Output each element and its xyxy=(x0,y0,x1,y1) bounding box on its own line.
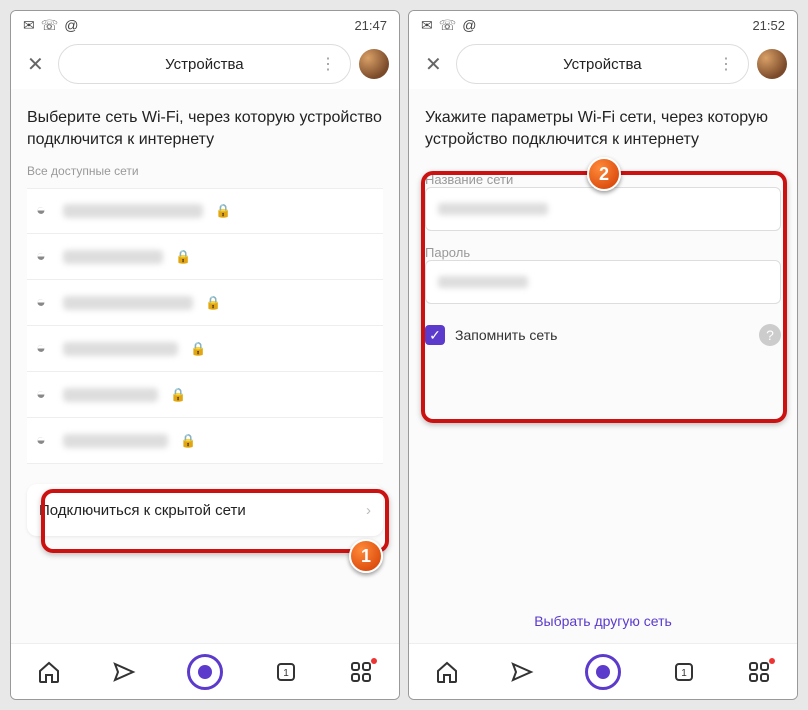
wifi-name-blurred xyxy=(63,342,178,356)
mail-icon: ✉ xyxy=(23,17,35,34)
wifi-icon: ◒ xyxy=(31,386,51,404)
svg-text:1: 1 xyxy=(681,668,687,679)
chevron-right-icon: › xyxy=(366,502,371,519)
screenshot-pair: ✉ ☏ @ 21:47 ✕ Устройства ⋮ Выберите сеть… xyxy=(10,10,798,700)
bottom-nav: 1 xyxy=(11,643,399,699)
close-icon[interactable]: ✕ xyxy=(419,48,448,81)
nav-send-icon[interactable] xyxy=(510,660,534,684)
wifi-row[interactable]: ◒ 🔒 xyxy=(27,418,383,464)
wifi-icon: ◒ xyxy=(31,294,51,312)
phone-left: ✉ ☏ @ 21:47 ✕ Устройства ⋮ Выберите сеть… xyxy=(10,10,400,700)
password-input[interactable] xyxy=(425,260,781,304)
nav-alice-icon[interactable] xyxy=(585,654,621,690)
status-icons-left-group: ✉ ☏ @ xyxy=(421,17,476,34)
wifi-name-blurred xyxy=(63,434,168,448)
status-bar: ✉ ☏ @ 21:47 xyxy=(11,11,399,39)
wifi-row[interactable]: ◒ 🔒 xyxy=(27,372,383,418)
password-label: Пароль xyxy=(425,245,781,260)
at-icon: @ xyxy=(462,17,476,34)
wifi-row[interactable]: ◒ 🔒 xyxy=(27,234,383,280)
ssid-input[interactable] xyxy=(425,187,781,231)
wifi-icon: ◒ xyxy=(31,202,51,220)
page-title: Устройства xyxy=(563,56,641,73)
wifi-icon: ◒ xyxy=(31,248,51,266)
wifi-row[interactable]: ◒ 🔒 xyxy=(27,280,383,326)
wifi-name-blurred xyxy=(63,250,163,264)
lock-icon: 🔒 xyxy=(175,249,191,265)
remember-label: Запомнить сеть xyxy=(455,327,749,343)
notification-dot-icon xyxy=(769,658,775,664)
wifi-name-blurred xyxy=(63,388,158,402)
nav-alice-icon[interactable] xyxy=(187,654,223,690)
at-icon: @ xyxy=(64,17,78,34)
phone-right: ✉ ☏ @ 21:52 ✕ Устройства ⋮ Укажите парам… xyxy=(408,10,798,700)
lock-icon: 🔒 xyxy=(170,387,186,403)
wifi-list: ◒ 🔒 ◒ 🔒 ◒ 🔒 ◒ 🔒 xyxy=(27,188,383,464)
close-icon[interactable]: ✕ xyxy=(21,48,50,81)
wifi-icon: ◒ xyxy=(31,432,51,450)
heading: Выберите сеть Wi-Fi, через которую устро… xyxy=(27,107,383,150)
lock-icon: 🔒 xyxy=(215,203,231,219)
wifi-name-blurred xyxy=(63,204,203,218)
wifi-form: Название сети Пароль ✓ Запомнить сеть ? xyxy=(425,172,781,346)
status-bar: ✉ ☏ @ 21:52 xyxy=(409,11,797,39)
nav-menu-icon[interactable] xyxy=(747,660,771,684)
ssid-value-blurred xyxy=(438,203,548,215)
title-pill[interactable]: Устройства ⋮ xyxy=(456,44,749,84)
remember-row: ✓ Запомнить сеть ? xyxy=(425,324,781,346)
title-pill[interactable]: Устройства ⋮ xyxy=(58,44,351,84)
spacer xyxy=(425,346,781,583)
nav-home-icon[interactable] xyxy=(435,660,459,684)
ssid-label: Название сети xyxy=(425,172,781,187)
lock-icon: 🔒 xyxy=(190,341,206,357)
svg-text:1: 1 xyxy=(283,668,289,679)
wifi-row[interactable]: ◒ 🔒 xyxy=(27,188,383,234)
content-area: Выберите сеть Wi-Fi, через которую устро… xyxy=(11,89,399,643)
page-title: Устройства xyxy=(165,56,243,73)
password-value-blurred xyxy=(438,276,528,288)
wifi-name-blurred xyxy=(63,296,193,310)
mail-icon: ✉ xyxy=(421,17,433,34)
nav-home-icon[interactable] xyxy=(37,660,61,684)
section-label: Все доступные сети xyxy=(27,164,383,178)
choose-another-network-link[interactable]: Выбрать другую сеть xyxy=(425,613,781,629)
wifi-icon: ◒ xyxy=(31,340,51,358)
wifi-row[interactable]: ◒ 🔒 xyxy=(27,326,383,372)
nav-tabs-icon[interactable]: 1 xyxy=(274,660,298,684)
lock-icon: 🔒 xyxy=(205,295,221,311)
status-icons-left-group: ✉ ☏ @ xyxy=(23,17,78,34)
kebab-icon[interactable]: ⋮ xyxy=(718,54,734,74)
nav-send-icon[interactable] xyxy=(112,660,136,684)
remember-checkbox[interactable]: ✓ xyxy=(425,325,445,345)
avatar[interactable] xyxy=(359,49,389,79)
app-bar: ✕ Устройства ⋮ xyxy=(11,39,399,89)
heading: Укажите параметры Wi-Fi сети, через кото… xyxy=(425,107,781,150)
content-area: Укажите параметры Wi-Fi сети, через кото… xyxy=(409,89,797,643)
nav-tabs-icon[interactable]: 1 xyxy=(672,660,696,684)
whatsapp-icon: ☏ xyxy=(439,17,457,34)
bottom-nav: 1 xyxy=(409,643,797,699)
status-time: 21:47 xyxy=(354,18,387,33)
connect-hidden-network-button[interactable]: Подключиться к скрытой сети › xyxy=(27,484,383,536)
status-time: 21:52 xyxy=(752,18,785,33)
nav-menu-icon[interactable] xyxy=(349,660,373,684)
app-bar: ✕ Устройства ⋮ xyxy=(409,39,797,89)
lock-icon: 🔒 xyxy=(180,433,196,449)
avatar[interactable] xyxy=(757,49,787,79)
kebab-icon[interactable]: ⋮ xyxy=(320,54,336,74)
notification-dot-icon xyxy=(371,658,377,664)
hidden-network-label: Подключиться к скрытой сети xyxy=(39,502,246,519)
help-icon[interactable]: ? xyxy=(759,324,781,346)
whatsapp-icon: ☏ xyxy=(41,17,59,34)
